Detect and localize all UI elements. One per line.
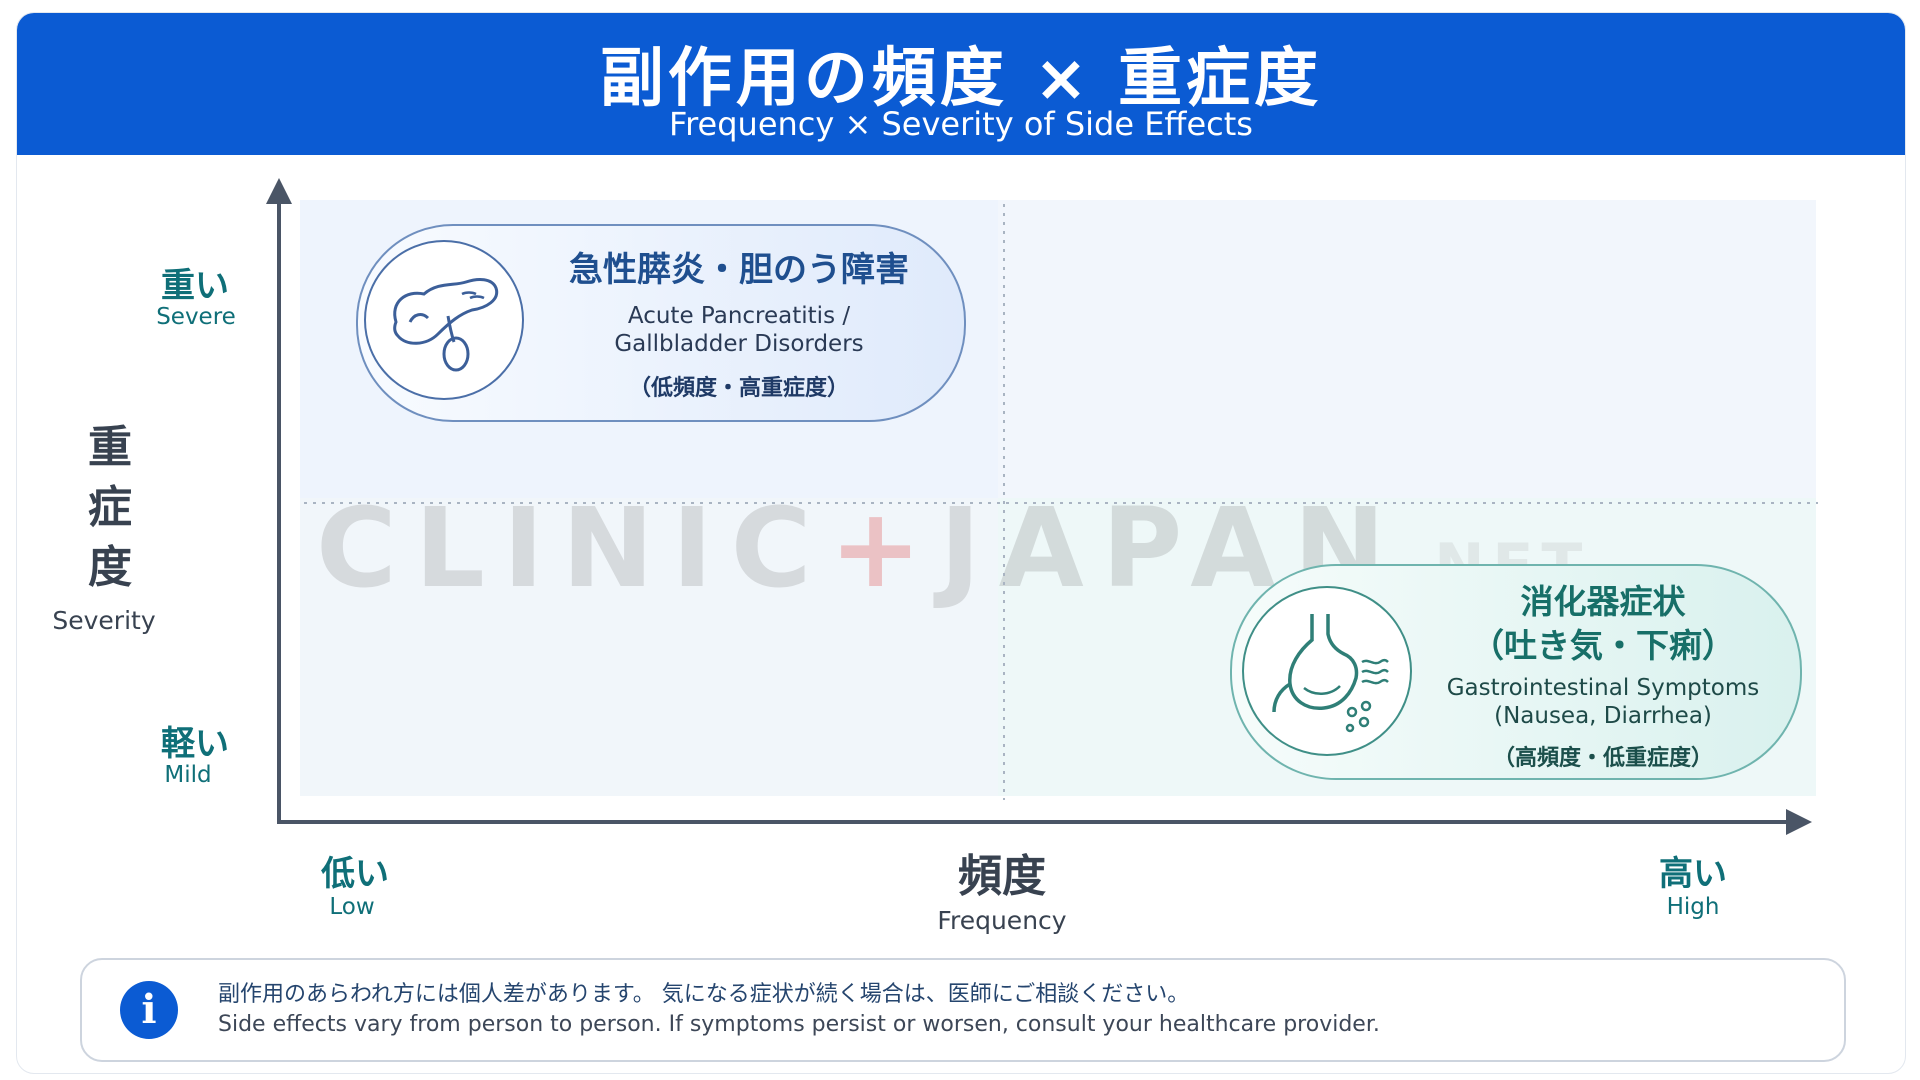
item-gastrointestinal-text: 消化器症状 （吐き気・下痢） Gastrointestinal Symptoms… [1414, 580, 1792, 772]
stomach-icon [1242, 586, 1412, 756]
y-axis-title: 重 症 度 [80, 418, 140, 598]
x-low-label: 低い [321, 854, 389, 894]
y-axis-title-en: Severity [52, 606, 156, 635]
x-axis-title-en: Frequency [937, 906, 1067, 935]
item-pancreatitis-title: 急性膵炎・胆のう障害 [569, 250, 909, 290]
item-pancreatitis-title-en-line1: Acute Pancreatitis / [627, 303, 851, 329]
item-pancreatitis-title-en: Acute Pancreatitis / Gallbladder Disorde… [526, 302, 952, 358]
y-axis-title-char: 重 [88, 422, 132, 473]
item-gastrointestinal-title: 消化器症状 （吐き気・下痢） [1414, 580, 1792, 668]
x-high-label-en: High [1666, 894, 1720, 920]
notice-text-en: Side effects vary from person to person.… [218, 1012, 1380, 1037]
item-gastrointestinal-title-en-line2: (Nausea, Diarrhea) [1494, 703, 1712, 729]
item-pancreatitis: 急性膵炎・胆のう障害 Acute Pancreatitis / Gallblad… [356, 224, 966, 422]
x-axis-arrow-icon [1786, 809, 1812, 835]
item-gastrointestinal-note: （高頻度・低重症度） [1492, 746, 1713, 771]
item-gastrointestinal-title-en-line1: Gastrointestinal Symptoms [1446, 675, 1760, 701]
item-gastrointestinal-title-line2: （吐き気・下痢） [1471, 626, 1735, 665]
notice-box: i 副作用のあらわれ方には個人差があります。 気になる症状が続く場合は、医師にご… [80, 958, 1846, 1062]
y-axis-title-char: 度 [88, 542, 132, 593]
item-gastrointestinal-title-en: Gastrointestinal Symptoms (Nausea, Diarr… [1414, 674, 1792, 730]
x-axis-title: 頻度 [958, 851, 1046, 902]
item-pancreatitis-note: （低頻度・高重症度） [628, 376, 849, 401]
x-low-label-en: Low [329, 894, 375, 920]
notice-text-jp: 副作用のあらわれ方には個人差があります。 気になる症状が続く場合は、医師にご相談… [218, 982, 1190, 1007]
x-high-label: 高い [1659, 854, 1727, 894]
y-high-label-en: Severe [156, 304, 236, 330]
pancreas-gallbladder-icon-graphic [393, 278, 499, 372]
y-high-label: 重い [161, 266, 229, 306]
item-pancreatitis-title-en-line2: Gallbladder Disorders [614, 331, 864, 357]
info-icon: i [120, 981, 178, 1039]
stomach-icon-graphic [1272, 614, 1389, 733]
y-axis-title-char: 症 [88, 482, 132, 533]
y-low-label: 軽い [161, 724, 229, 764]
y-low-label-en: Mild [164, 762, 212, 788]
y-axis-arrow-icon [266, 178, 292, 204]
item-gastrointestinal-title-line1: 消化器症状 [1520, 582, 1686, 621]
item-pancreatitis-text: 急性膵炎・胆のう障害 Acute Pancreatitis / Gallblad… [526, 248, 952, 402]
pancreas-gallbladder-icon [364, 240, 524, 400]
item-gastrointestinal: 消化器症状 （吐き気・下痢） Gastrointestinal Symptoms… [1230, 564, 1802, 780]
